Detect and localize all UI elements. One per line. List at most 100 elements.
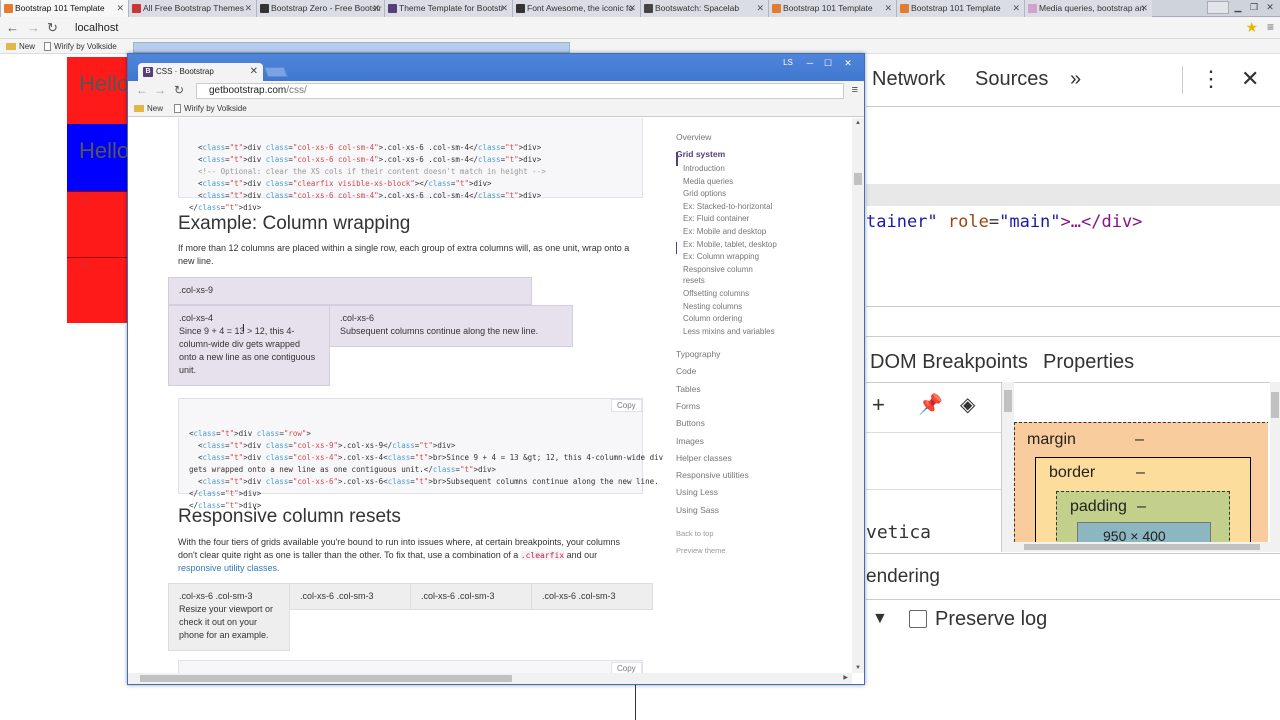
sidenav-item[interactable]: resets bbox=[683, 276, 705, 285]
scrollbar-thumb[interactable] bbox=[140, 675, 512, 682]
sidenav-item[interactable]: Buttons bbox=[676, 418, 705, 428]
sidenav-item[interactable]: Ex: Fluid container bbox=[683, 214, 749, 223]
inner-menu-icon[interactable]: ≡ bbox=[852, 84, 858, 96]
devtools-more-tabs[interactable]: » bbox=[1070, 68, 1081, 91]
close-tab-icon[interactable]: ✕ bbox=[884, 0, 892, 17]
sidenav-item[interactable]: Ex: Mobile, tablet, desktop bbox=[683, 240, 777, 249]
close-window-button[interactable]: ✕ bbox=[1262, 1, 1278, 14]
scroll-right-icon[interactable]: ▶ bbox=[843, 674, 848, 681]
sidenav-item[interactable]: Using Less bbox=[676, 487, 718, 497]
devtools-menu-icon[interactable]: ⋮ bbox=[1200, 66, 1222, 92]
sidenav-item[interactable]: Grid system bbox=[676, 149, 725, 159]
new-tab-button[interactable] bbox=[264, 67, 288, 77]
sidenav-item[interactable]: Nesting columns bbox=[683, 302, 742, 311]
boxmodel-hscroll[interactable] bbox=[1012, 542, 1274, 552]
sidenav-item[interactable]: Images bbox=[676, 436, 704, 446]
close-tab-icon[interactable]: ✕ bbox=[756, 0, 764, 17]
new-style-rule-icon[interactable]: + bbox=[872, 392, 885, 418]
sidenav-item[interactable]: Responsive utilities bbox=[676, 470, 749, 480]
pin-icon[interactable]: 📌 bbox=[918, 392, 943, 417]
inner-forward-icon[interactable]: → bbox=[154, 83, 166, 97]
sidenav-item[interactable]: Typography bbox=[676, 349, 720, 359]
browser-tab[interactable]: Bootstrap Zero - Free Bootstr ✕ bbox=[256, 0, 384, 17]
inner-maximize-icon[interactable]: ☐ bbox=[820, 57, 836, 69]
user-profile-button[interactable] bbox=[1207, 1, 1229, 14]
scroll-up-icon[interactable]: ▲ bbox=[855, 120, 861, 126]
copy-button[interactable]: Copy bbox=[611, 399, 642, 412]
reload-icon[interactable]: ↻ bbox=[47, 20, 58, 36]
browser-tab[interactable]: All Free Bootstrap Themes ✕ bbox=[128, 0, 256, 17]
inner-minimize-icon[interactable]: ─ bbox=[802, 57, 818, 69]
preserve-log-checkbox[interactable] bbox=[909, 610, 927, 628]
rendering-tab[interactable]: endering bbox=[866, 566, 940, 588]
sidenav-item[interactable]: Back to top bbox=[676, 529, 714, 538]
inner-vertical-scrollbar[interactable]: ▲ ▼ bbox=[852, 118, 864, 673]
dom-tree-line[interactable]: tainer" role="main">…</div> bbox=[866, 212, 1142, 232]
bookmark-wirify[interactable]: Wirify by Volkside bbox=[44, 39, 117, 54]
address-bar[interactable]: localhost bbox=[75, 20, 118, 36]
subtab-dom-breakpoints[interactable]: DOM Breakpoints bbox=[870, 351, 1028, 374]
filter-dropdown-icon[interactable]: ▼ bbox=[872, 610, 888, 628]
boxmodel-scrollbar[interactable] bbox=[1270, 382, 1280, 552]
sidenav-item[interactable]: Grid options bbox=[683, 189, 726, 198]
minimize-button[interactable]: ▁ bbox=[1230, 1, 1246, 14]
scrollbar-thumb[interactable] bbox=[1271, 392, 1279, 418]
user-badge[interactable]: LS bbox=[780, 57, 796, 69]
browser-tab[interactable]: Bootstrap 101 Template ✕ bbox=[768, 0, 896, 17]
sidenav-item[interactable]: Preview theme bbox=[676, 546, 726, 555]
close-tab-icon[interactable]: ✕ bbox=[116, 0, 124, 17]
close-tab-icon[interactable]: ✕ bbox=[500, 0, 508, 17]
sidenav-item[interactable]: Column ordering bbox=[683, 314, 742, 323]
sidenav-item[interactable]: Helper classes bbox=[676, 453, 732, 463]
close-tab-icon[interactable]: ✕ bbox=[1012, 0, 1020, 17]
sidenav-item[interactable]: Forms bbox=[676, 401, 700, 411]
inner-close-icon[interactable]: ✕ bbox=[840, 57, 856, 69]
inner-back-icon[interactable]: ← bbox=[136, 83, 148, 97]
restore-button[interactable]: ❐ bbox=[1246, 1, 1262, 14]
sidenav-item[interactable]: Introduction bbox=[683, 164, 725, 173]
close-tab-icon[interactable]: ✕ bbox=[250, 63, 258, 81]
browser-tab[interactable]: Bootstrap 101 Template ✕ bbox=[0, 0, 128, 17]
subtab-properties[interactable]: Properties bbox=[1043, 351, 1134, 374]
responsive-utility-link[interactable]: responsive utility classes. bbox=[178, 563, 280, 573]
sidenav-item[interactable]: Using Sass bbox=[676, 505, 719, 515]
scrollbar-thumb[interactable] bbox=[854, 173, 862, 185]
sidenav-item[interactable]: Code bbox=[676, 366, 696, 376]
browser-tab[interactable]: Font Awesome, the iconic fo ✕ bbox=[512, 0, 640, 17]
inner-reload-icon[interactable]: ↻ bbox=[174, 83, 184, 97]
scrollbar-thumb[interactable] bbox=[1004, 390, 1012, 412]
bookmark-wirify[interactable]: Wirify by Volkside bbox=[174, 101, 247, 116]
forward-icon[interactable]: → bbox=[27, 20, 40, 36]
bookmark-star-icon[interactable]: ★ bbox=[1245, 19, 1258, 36]
bookmark-new[interactable]: New bbox=[6, 39, 35, 54]
element-state-icon[interactable]: ◈ bbox=[960, 392, 975, 417]
bookmark-new[interactable]: New bbox=[134, 101, 163, 116]
sidenav-item[interactable]: Ex: Column wrapping bbox=[683, 252, 759, 261]
devtools-close-icon[interactable]: ✕ bbox=[1241, 66, 1259, 92]
scroll-down-icon[interactable]: ▼ bbox=[855, 665, 861, 671]
close-tab-icon[interactable]: ✕ bbox=[244, 0, 252, 17]
menu-icon[interactable]: ≡ bbox=[1267, 20, 1274, 34]
close-tab-icon[interactable]: ✕ bbox=[1140, 0, 1148, 17]
browser-tab[interactable]: Bootstrap 101 Template ✕ bbox=[896, 0, 1024, 17]
sidenav-item[interactable]: Ex: Mobile and desktop bbox=[683, 227, 766, 236]
sidenav-item[interactable]: Tables bbox=[676, 384, 701, 394]
scrollbar-thumb[interactable] bbox=[1024, 544, 1260, 550]
sidenav-item[interactable]: Overview bbox=[676, 132, 711, 142]
copy-button[interactable]: Copy bbox=[611, 662, 642, 673]
sidenav-item[interactable]: Ex: Stacked-to-horizontal bbox=[683, 202, 772, 211]
sidenav-item[interactable]: Offsetting columns bbox=[683, 289, 749, 298]
browser-tab[interactable]: Theme Template for Bootstr ✕ bbox=[384, 0, 512, 17]
sidenav-item[interactable]: Responsive column bbox=[683, 265, 753, 274]
devtools-tab-network[interactable]: Network bbox=[872, 68, 945, 91]
browser-tab[interactable]: Media queries, bootstrap an ✕ bbox=[1024, 0, 1152, 17]
browser-tab[interactable]: Bootswatch: Spacelab ✕ bbox=[640, 0, 768, 17]
close-tab-icon[interactable]: ✕ bbox=[372, 0, 380, 17]
inner-horizontal-scrollbar[interactable]: ▶ bbox=[128, 673, 852, 684]
back-icon[interactable]: ← bbox=[6, 20, 19, 36]
close-tab-icon[interactable]: ✕ bbox=[628, 0, 636, 17]
sidenav-item[interactable]: Media queries bbox=[683, 177, 733, 186]
inner-address-bar[interactable]: getbootstrap.com/css/ bbox=[196, 83, 844, 99]
sidenav-item[interactable]: Less mixins and variables bbox=[683, 327, 775, 336]
styles-scrollbar[interactable] bbox=[1002, 382, 1014, 552]
